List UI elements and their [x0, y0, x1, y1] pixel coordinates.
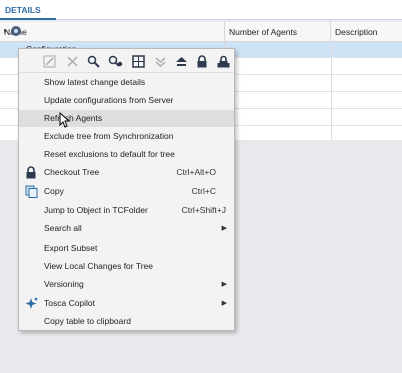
- menu-item-label: Versioning: [44, 279, 84, 289]
- column-header-name[interactable]: Name: [0, 22, 225, 42]
- menu-item-exclude-tree[interactable]: Exclude tree from Synchronization: [19, 128, 234, 145]
- menu-item-update-configurations[interactable]: Update configurations from Server: [19, 92, 234, 109]
- menu-item-label: Checkout Tree: [44, 167, 100, 177]
- collapse-icon[interactable]: [152, 53, 168, 69]
- copy-icon: [25, 185, 38, 198]
- menu-item-label: View Local Changes for Tree: [44, 261, 153, 271]
- lock-icon[interactable]: [194, 53, 210, 69]
- menu-item-label: Tosca Copilot: [44, 298, 96, 308]
- menu-item-copy-table-to-clipboard[interactable]: Copy table to clipboard: [19, 313, 234, 330]
- menu-item-label: Export Subset: [44, 243, 98, 253]
- menu-item-jump-to-object[interactable]: Jump to Object in TCFolder Ctrl+Shift+J: [19, 202, 234, 219]
- config-tree-icon[interactable]: [3, 24, 23, 38]
- expand-up-icon[interactable]: [173, 53, 189, 69]
- menu-item-tosca-copilot[interactable]: Tosca Copilot ▶: [19, 295, 234, 312]
- menu-item-search-all[interactable]: Search all ▶: [19, 220, 234, 237]
- search-icon[interactable]: [85, 53, 101, 69]
- menu-item-checkout-tree[interactable]: Checkout Tree Ctrl+Alt+O: [19, 164, 234, 181]
- menu-item-label: Show latest change details: [44, 77, 146, 87]
- tab-details[interactable]: DETAILS: [0, 0, 56, 20]
- menu-item-label: Search all: [44, 223, 82, 233]
- menu-item-label: Copy: [44, 186, 64, 196]
- column-header-description[interactable]: Description: [331, 22, 402, 42]
- search-settings-icon[interactable]: [107, 53, 123, 69]
- menu-item-label: Update configurations from Server: [44, 95, 174, 105]
- delete-icon[interactable]: [64, 53, 80, 69]
- menu-item-shortcut: Ctrl+Shift+J: [181, 205, 226, 215]
- menu-item-export-subset[interactable]: Export Subset: [19, 240, 234, 257]
- menu-item-shortcut: Ctrl+Alt+O: [176, 167, 216, 177]
- menu-item-label: Exclude tree from Synchronization: [44, 131, 174, 141]
- context-menu: Show latest change details Update config…: [18, 48, 235, 331]
- grid-icon[interactable]: [130, 53, 146, 69]
- mouse-cursor-icon: [59, 111, 71, 128]
- menu-item-label: Copy table to clipboard: [44, 316, 131, 326]
- lock-icon: [25, 166, 38, 179]
- menu-item-shortcut: Ctrl+C: [191, 186, 216, 196]
- menu-item-label: Reset exclusions to default for tree: [44, 149, 175, 159]
- menu-item-label: Jump to Object in TCFolder: [44, 205, 148, 215]
- context-menu-toolbar: [19, 49, 234, 73]
- column-header-number-of-agents[interactable]: Number of Agents: [225, 22, 331, 42]
- chevron-right-icon: ▶: [221, 225, 227, 232]
- column-divider: [331, 42, 332, 140]
- menu-item-copy[interactable]: Copy Ctrl+C: [19, 183, 234, 200]
- menu-item-label: Refresh Agents: [44, 113, 103, 123]
- menu-item-show-latest-change-details[interactable]: Show latest change details: [19, 74, 234, 91]
- lock-multi-icon[interactable]: [215, 53, 231, 69]
- edit-icon[interactable]: [41, 53, 57, 69]
- menu-item-view-local-changes[interactable]: View Local Changes for Tree: [19, 258, 234, 275]
- chevron-right-icon: ▶: [221, 300, 227, 307]
- tab-bar: DETAILS: [0, 0, 402, 20]
- menu-item-reset-exclusions[interactable]: Reset exclusions to default for tree: [19, 146, 234, 163]
- chevron-right-icon: ▶: [221, 281, 227, 288]
- menu-item-versioning[interactable]: Versioning ▶: [19, 276, 234, 293]
- sparkle-icon: [25, 297, 38, 310]
- menu-item-refresh-agents[interactable]: Refresh Agents: [19, 110, 234, 127]
